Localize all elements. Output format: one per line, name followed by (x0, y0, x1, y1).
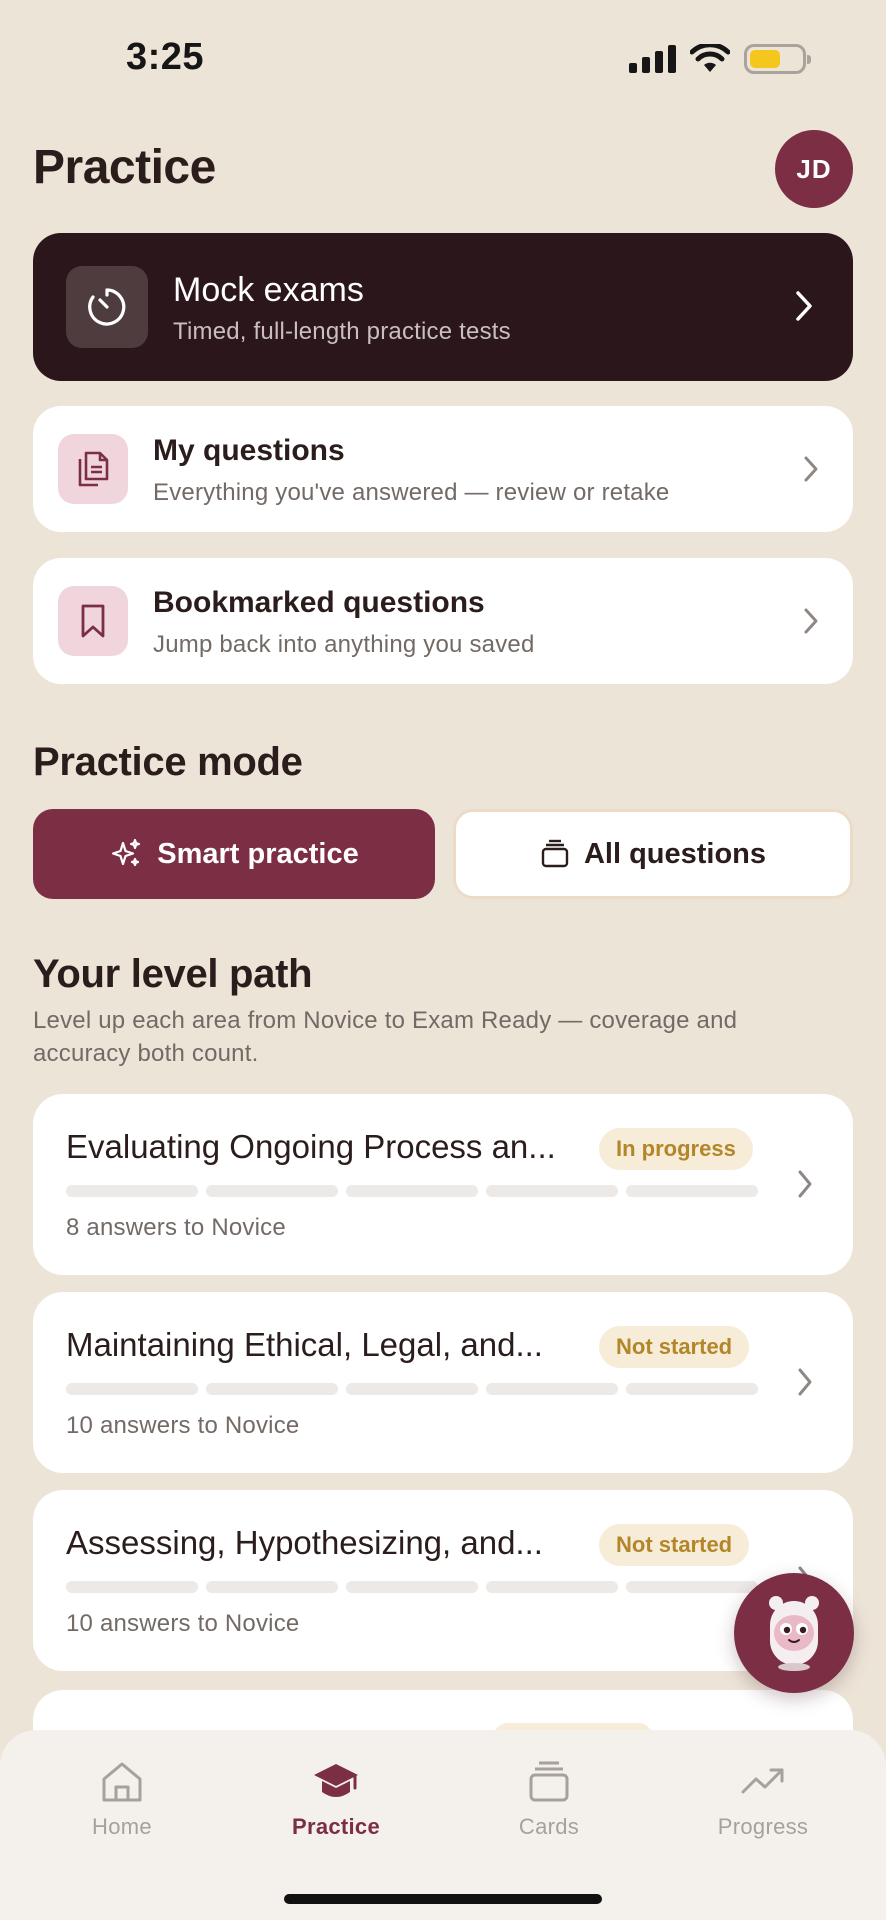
tab-cards-label: Cards (518, 1814, 580, 1839)
my-questions-subtitle: Everything you've answered — review or r… (153, 479, 670, 506)
bookmark-icon (58, 586, 128, 656)
level-card[interactable]: Assessing, Hypothesizing, and... Not sta… (33, 1490, 853, 1671)
level-progress-segments (66, 1383, 758, 1395)
graduation-cap-icon (314, 1764, 358, 1797)
home-icon (102, 1762, 142, 1802)
smart-practice-label: Smart practice (157, 837, 359, 870)
mascot-icon (769, 1596, 819, 1671)
bookmarked-subtitle: Jump back into anything you saved (153, 631, 535, 658)
level-progress-segments (66, 1185, 758, 1197)
status-icons (629, 44, 811, 74)
stopwatch-icon (66, 266, 148, 348)
level-title: Evaluating Ongoing Process an... (66, 1128, 556, 1165)
all-questions-label: All questions (583, 837, 767, 870)
bookmarked-title: Bookmarked questions (153, 586, 485, 619)
smart-practice-button[interactable]: Smart practice (33, 809, 435, 899)
cards-stack-icon (529, 1761, 569, 1802)
tab-home-label: Home (92, 1814, 152, 1839)
mascot-assistant-button[interactable] (734, 1573, 854, 1693)
level-title: Assessing, Hypothesizing, and... (66, 1524, 543, 1561)
chevron-right-icon (798, 1170, 812, 1198)
my-questions-card[interactable]: My questions Everything you've answered … (33, 406, 853, 532)
tab-practice[interactable]: Practice (261, 1760, 411, 1840)
all-questions-button[interactable]: All questions (453, 809, 853, 899)
cellular-signal-icon (629, 45, 676, 73)
level-title: Maintaining Ethical, Legal, and... (66, 1326, 543, 1363)
documents-icon (58, 434, 128, 504)
status-badge: In progress (599, 1128, 753, 1170)
tab-progress[interactable]: Progress (688, 1760, 838, 1840)
tab-progress-label: Progress (717, 1814, 809, 1839)
wifi-icon (690, 44, 730, 72)
status-badge: Not started (599, 1326, 750, 1368)
status-badge: Not started (599, 1524, 750, 1566)
mock-exams-card[interactable]: Mock exams Timed, full-length practice t… (33, 233, 853, 381)
trend-up-icon (741, 1768, 784, 1794)
level-path-description: Level up each area from Novice to Exam R… (33, 1007, 738, 1067)
level-card[interactable]: Evaluating Ongoing Process an... In prog… (33, 1094, 853, 1275)
level-subtitle: 10 answers to Novice (66, 1610, 300, 1637)
level-card[interactable]: Maintaining Ethical, Legal, and... Not s… (33, 1292, 853, 1473)
chevron-right-icon (804, 608, 818, 634)
practice-screen: 3:25 Practice JD Mock exams Timed, full-… (0, 0, 886, 1920)
cards-stack-icon (541, 839, 569, 868)
bookmarked-questions-card[interactable]: Bookmarked questions Jump back into anyt… (33, 558, 853, 684)
sparkles-icon (112, 838, 141, 867)
page-title: Practice (33, 141, 216, 194)
mock-exams-title: Mock exams (173, 271, 364, 309)
chevron-right-icon (798, 1368, 812, 1396)
tab-cards[interactable]: Cards (474, 1760, 624, 1840)
level-progress-segments (66, 1581, 758, 1593)
chevron-right-icon (804, 456, 818, 482)
tab-practice-label: Practice (291, 1814, 380, 1839)
level-subtitle: 8 answers to Novice (66, 1214, 286, 1241)
avatar[interactable]: JD (775, 130, 853, 208)
level-path-heading: Your level path (33, 952, 313, 996)
status-time: 3:25 (126, 36, 205, 78)
mock-exams-subtitle: Timed, full-length practice tests (173, 318, 511, 345)
home-indicator (284, 1894, 602, 1904)
level-subtitle: 10 answers to Novice (66, 1412, 300, 1439)
practice-mode-heading: Practice mode (33, 740, 303, 784)
tab-bar: Home Practice Cards Progress (0, 1730, 886, 1920)
my-questions-title: My questions (153, 434, 345, 467)
tab-home[interactable]: Home (47, 1760, 197, 1840)
battery-icon (744, 44, 811, 74)
chevron-right-icon (796, 291, 812, 321)
